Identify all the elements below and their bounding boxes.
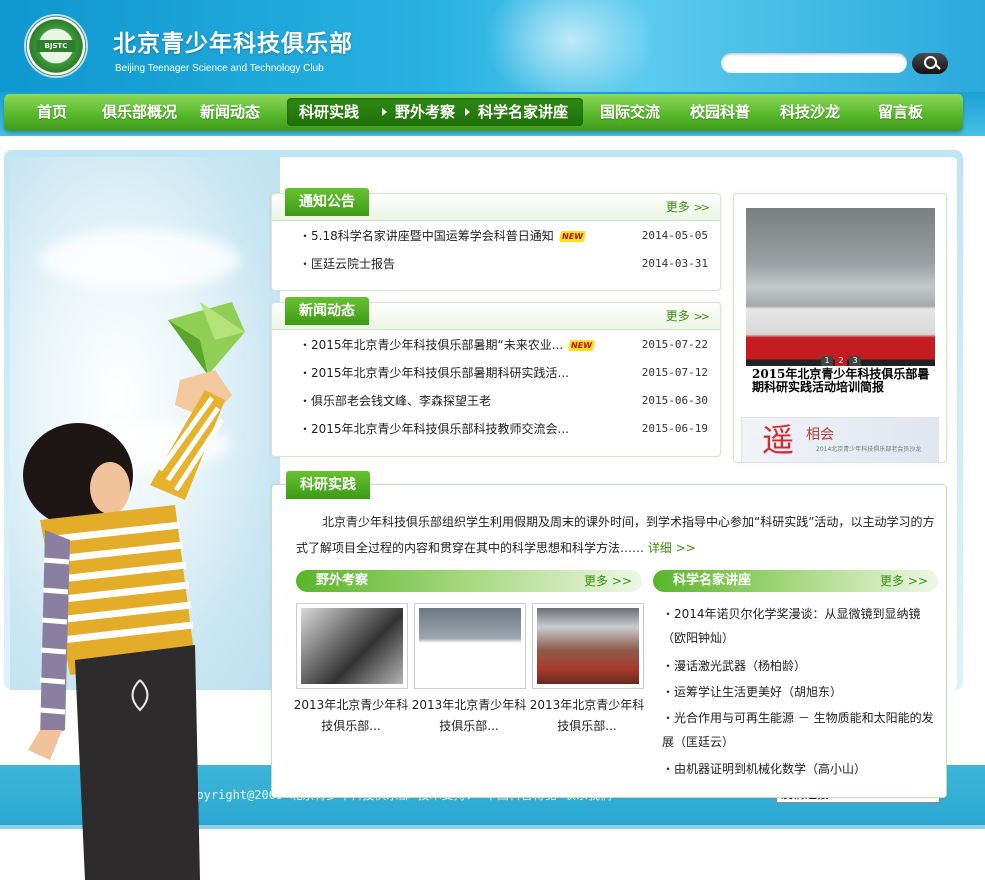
search-input[interactable] <box>721 53 907 73</box>
slide-dot-active[interactable]: 2 <box>835 356 847 366</box>
list-item[interactable]: ・2015年北京青少年科技俱乐部暑期科研实践活... 2015-07-12 <box>299 363 708 383</box>
field-trip-thumbnail[interactable] <box>532 603 644 689</box>
lectures-title: 科学名家讲座 <box>673 573 752 588</box>
main-nav: 首页 俱乐部概况 新闻动态 科研实践 野外考察 科学名家讲座 国际交流 校园科普… <box>4 94 963 131</box>
lecture-item[interactable]: ・光合作用与可再生能源 － 生物质能和太阳能的发展（匡廷云） <box>662 706 942 754</box>
field-trip-more-link[interactable]: 更多 >> <box>584 570 632 592</box>
news-more-link[interactable]: 更多 >> <box>666 307 711 324</box>
slideshow-photo[interactable]: 123 <box>746 208 935 366</box>
search-button[interactable] <box>912 53 948 74</box>
double-chevron-right-icon: >> <box>693 201 711 214</box>
photo-image <box>301 608 403 684</box>
lecture-item[interactable]: ・由机器证明到机械化数学（高小山） <box>662 757 942 781</box>
item-date: 2015-07-12 <box>641 366 708 379</box>
notices-more-link[interactable]: 更多 >> <box>666 198 711 215</box>
double-chevron-right-icon: >> <box>907 574 928 588</box>
site-subtitle: Beijing Teenager Science and Technology … <box>115 63 324 74</box>
nav-lectures[interactable]: 科学名家讲座 <box>478 98 568 126</box>
double-chevron-right-icon: >> <box>675 541 696 555</box>
research-detail-link[interactable]: 详细 >> <box>648 541 696 555</box>
site-title: 北京青少年科技俱乐部 <box>113 30 353 57</box>
lectures-more-link[interactable]: 更多 >> <box>880 570 928 592</box>
photo-image <box>537 608 639 684</box>
slideshow-caption[interactable]: 2015年北京青少年科技俱乐部暑期科研实践活动培训简报 <box>752 368 932 394</box>
double-chevron-right-icon: >> <box>693 310 711 323</box>
thumbnail-caption[interactable]: 2013年北京青少年科技俱乐部... <box>410 695 528 737</box>
new-badge: NEW <box>558 231 586 242</box>
thumbnail-caption[interactable]: 2013年北京青少年科技俱乐部... <box>292 695 410 737</box>
arrow-right-icon <box>465 108 470 116</box>
double-chevron-right-icon: >> <box>611 574 632 588</box>
search-icon <box>924 56 937 69</box>
nav-home[interactable]: 首页 <box>37 94 67 131</box>
list-item[interactable]: ・俱乐部老会钱文峰、李森探望王老 2015-06-30 <box>299 391 708 411</box>
item-date: 2014-05-05 <box>641 229 708 242</box>
nav-news[interactable]: 新闻动态 <box>200 94 260 131</box>
lecture-item[interactable]: ・运筹学让生活更美好（胡旭东） <box>662 680 942 704</box>
news-panel: 新闻动态 更多 >> ・2015年北京青少年科技俱乐部暑期“未来农业... NEW… <box>271 297 721 457</box>
notices-panel: 通知公告 更多 >> ・5.18科学名家讲座暨中国运筹学会科普日通知 NEW 20… <box>271 188 721 291</box>
slide-dot[interactable]: 1 <box>821 356 833 366</box>
list-item[interactable]: ・匡廷云院士报告 2014-03-31 <box>299 254 708 274</box>
nav-field-trip[interactable]: 野外考察 <box>395 98 455 126</box>
notices-title: 通知公告 <box>285 188 369 216</box>
nav-about[interactable]: 俱乐部概况 <box>102 94 177 131</box>
cloud <box>40 230 240 290</box>
logo-text: BJSTC <box>36 40 76 52</box>
thumbnail-caption[interactable]: 2013年北京青少年科技俱乐部... <box>528 695 646 737</box>
list-item[interactable]: ・2015年北京青少年科技俱乐部暑期“未来农业... NEW 2015-07-22 <box>299 335 708 355</box>
item-date: 2015-06-19 <box>641 422 708 435</box>
new-badge: NEW <box>568 340 596 351</box>
item-date: 2014-03-31 <box>641 257 708 270</box>
club-logo[interactable]: BJSTC <box>26 16 86 76</box>
girl-with-paper-plane-illustration <box>23 302 245 880</box>
nav-research[interactable]: 科研实践 <box>299 98 359 126</box>
item-date: 2015-06-30 <box>641 394 708 407</box>
salon-banner[interactable]: 遥 相会 2014北京青少年科技俱乐部老会员沙龙 <box>741 417 939 463</box>
slide-dot[interactable]: 3 <box>849 356 861 366</box>
lecture-item[interactable]: ・漫话激光武器（杨柏龄） <box>662 654 942 678</box>
field-trip-title: 野外考察 <box>316 573 369 588</box>
lectures-header: 科学名家讲座 更多 >> <box>653 570 938 592</box>
news-title: 新闻动态 <box>285 297 369 325</box>
field-trip-thumbnail[interactable] <box>296 603 408 689</box>
item-date: 2015-07-22 <box>641 338 708 351</box>
research-intro: 北京青少年科技俱乐部组织学生利用假期及周末的课外时间，到学术指导中心参加“科研实… <box>296 515 935 555</box>
photo-image <box>419 608 521 684</box>
arrow-right-icon <box>382 108 387 116</box>
field-trip-header: 野外考察 更多 >> <box>296 570 642 592</box>
nav-guestbook[interactable]: 留言板 <box>878 94 923 131</box>
slideshow-pager: 123 <box>821 352 863 366</box>
nav-campus-science[interactable]: 校园科普 <box>690 94 750 131</box>
list-item[interactable]: ・2015年北京青少年科技俱乐部科技教师交流会... 2015-06-19 <box>299 419 708 439</box>
research-title: 科研实践 <box>286 471 370 499</box>
nav-salon[interactable]: 科技沙龙 <box>780 94 840 131</box>
nav-research-group: 科研实践 野外考察 科学名家讲座 <box>287 98 583 126</box>
field-trip-thumbnail[interactable] <box>414 603 526 689</box>
list-item[interactable]: ・5.18科学名家讲座暨中国运筹学会科普日通知 NEW 2014-05-05 <box>299 226 708 246</box>
lecture-item[interactable]: ・2014年诺贝尔化学奖漫谈：从显微镜到显纳镜（欧阳钟灿） <box>662 602 942 650</box>
nav-international[interactable]: 国际交流 <box>600 94 660 131</box>
